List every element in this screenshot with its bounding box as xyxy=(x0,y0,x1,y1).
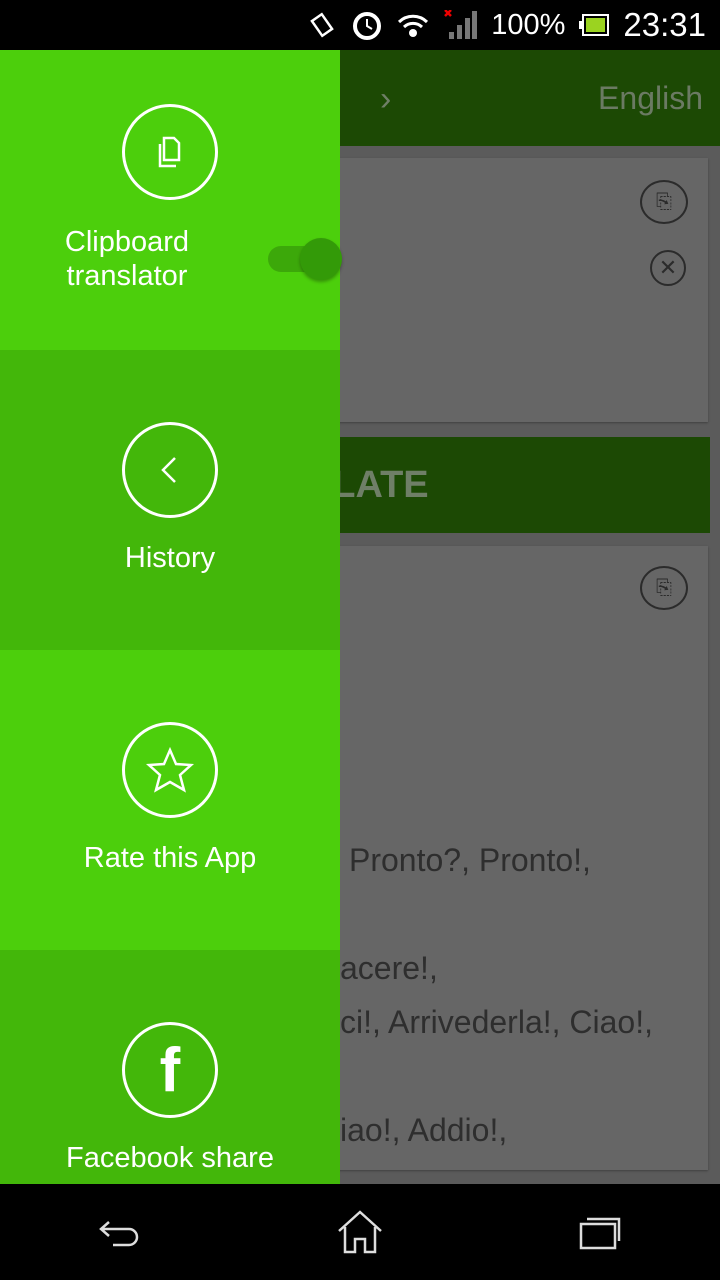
clipboard-icon xyxy=(122,104,218,200)
drawer-item-rate-app[interactable]: Rate this App xyxy=(0,650,340,950)
recent-apps-icon[interactable] xyxy=(575,1212,625,1252)
clock: 23:31 xyxy=(623,6,706,43)
toggle-knob[interactable] xyxy=(300,238,342,280)
wifi-icon xyxy=(398,14,429,37)
navigation-drawer: Clipboard translator History Rate this A… xyxy=(0,50,342,1184)
rotate-icon xyxy=(310,12,335,38)
status-bar: 100% 23:31 xyxy=(0,0,720,50)
drawer-item-history[interactable]: History xyxy=(0,350,340,650)
system-nav-bar xyxy=(0,1184,720,1280)
battery-percent: 100% xyxy=(491,8,566,41)
close-icon[interactable]: ✕ xyxy=(650,250,686,286)
battery-icon xyxy=(579,14,610,36)
star-icon xyxy=(122,722,218,818)
facebook-icon: f xyxy=(122,1022,218,1118)
home-icon[interactable] xyxy=(335,1209,385,1255)
alarm-icon xyxy=(353,12,382,40)
chevron-left-icon xyxy=(122,422,218,518)
target-language[interactable]: English xyxy=(598,80,703,117)
back-icon[interactable] xyxy=(95,1212,145,1252)
signal-icon xyxy=(444,10,478,39)
drawer-item-facebook-share[interactable]: f Facebook share xyxy=(0,950,340,1184)
chevron-right-icon[interactable]: › xyxy=(380,80,391,119)
copy-icon[interactable]: ⎘ xyxy=(640,180,688,224)
drawer-item-clipboard-translator[interactable]: Clipboard translator xyxy=(0,50,342,350)
